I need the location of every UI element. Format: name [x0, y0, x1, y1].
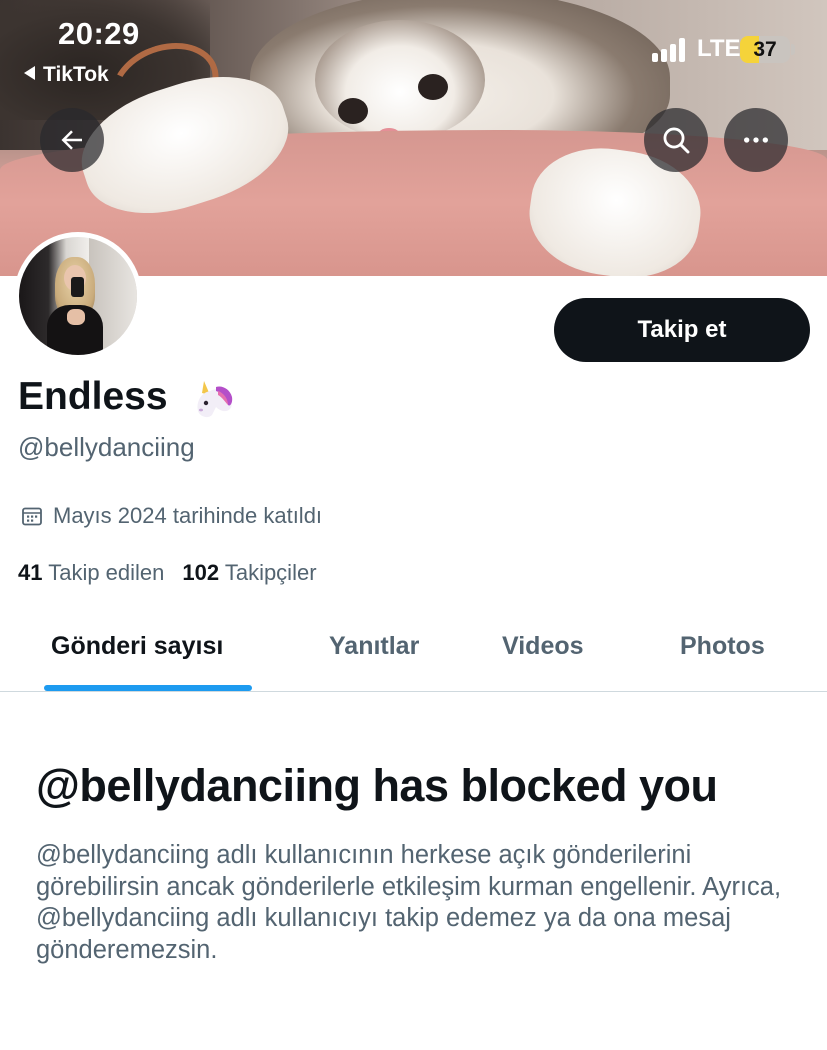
back-arrow-icon — [61, 130, 82, 150]
back-button[interactable] — [40, 108, 104, 172]
following-label: Takip edilen — [48, 560, 165, 585]
calendar-icon — [22, 507, 42, 526]
banner-cat-eye — [338, 98, 368, 124]
followers-link[interactable]: 102 Takipçiler — [182, 560, 316, 585]
back-app-label: TikTok — [43, 63, 109, 86]
avatar[interactable] — [14, 232, 142, 360]
join-date: Mayıs 2024 tarihinde katıldı — [20, 503, 322, 529]
back-to-app-link[interactable]: TikTok — [24, 63, 109, 87]
username-handle: @bellydanciing — [18, 432, 195, 462]
follow-stats: 41 Takip edilen 102 Takipçiler — [18, 560, 317, 586]
blocked-title: @bellydanciing has blocked you — [36, 760, 718, 811]
followers-label: Takipçiler — [224, 560, 317, 585]
battery-tip — [791, 44, 795, 55]
battery-level: 37 — [753, 38, 777, 61]
follow-button[interactable]: Takip et — [554, 298, 810, 362]
battery-icon: 37 — [740, 36, 790, 63]
tab-replies[interactable]: Yanıtlar — [329, 632, 419, 661]
tab-videos[interactable]: Videos — [502, 632, 584, 661]
more-options-button[interactable] — [724, 108, 788, 172]
network-label: LTE — [697, 35, 741, 62]
unicorn-icon — [197, 381, 233, 418]
status-time: 20:29 — [58, 16, 140, 51]
active-tab-indicator — [44, 685, 252, 691]
join-date-label: Mayıs 2024 tarihinde katıldı — [53, 503, 323, 528]
more-icon — [744, 137, 768, 143]
following-count: 41 — [18, 560, 43, 585]
tab-photos[interactable]: Photos — [680, 632, 765, 661]
avatar-image — [19, 237, 137, 355]
search-icon — [663, 127, 690, 154]
display-name: Endless — [18, 375, 168, 418]
blocked-message: @bellydanciing adlı kullanıcının herkese… — [36, 841, 782, 964]
profile-tabs: Gönderi sayısı Yanıtlar Videos Photos — [0, 614, 827, 692]
search-button[interactable] — [644, 108, 708, 172]
back-triangle-icon — [24, 66, 35, 80]
status-bar: 20:29 TikTok LTE 37 — [0, 0, 827, 100]
following-link[interactable]: 41 Takip edilen — [18, 560, 164, 585]
signal-icon — [652, 38, 692, 62]
tab-posts[interactable]: Gönderi sayısı — [51, 632, 223, 661]
followers-count: 102 — [182, 560, 220, 585]
